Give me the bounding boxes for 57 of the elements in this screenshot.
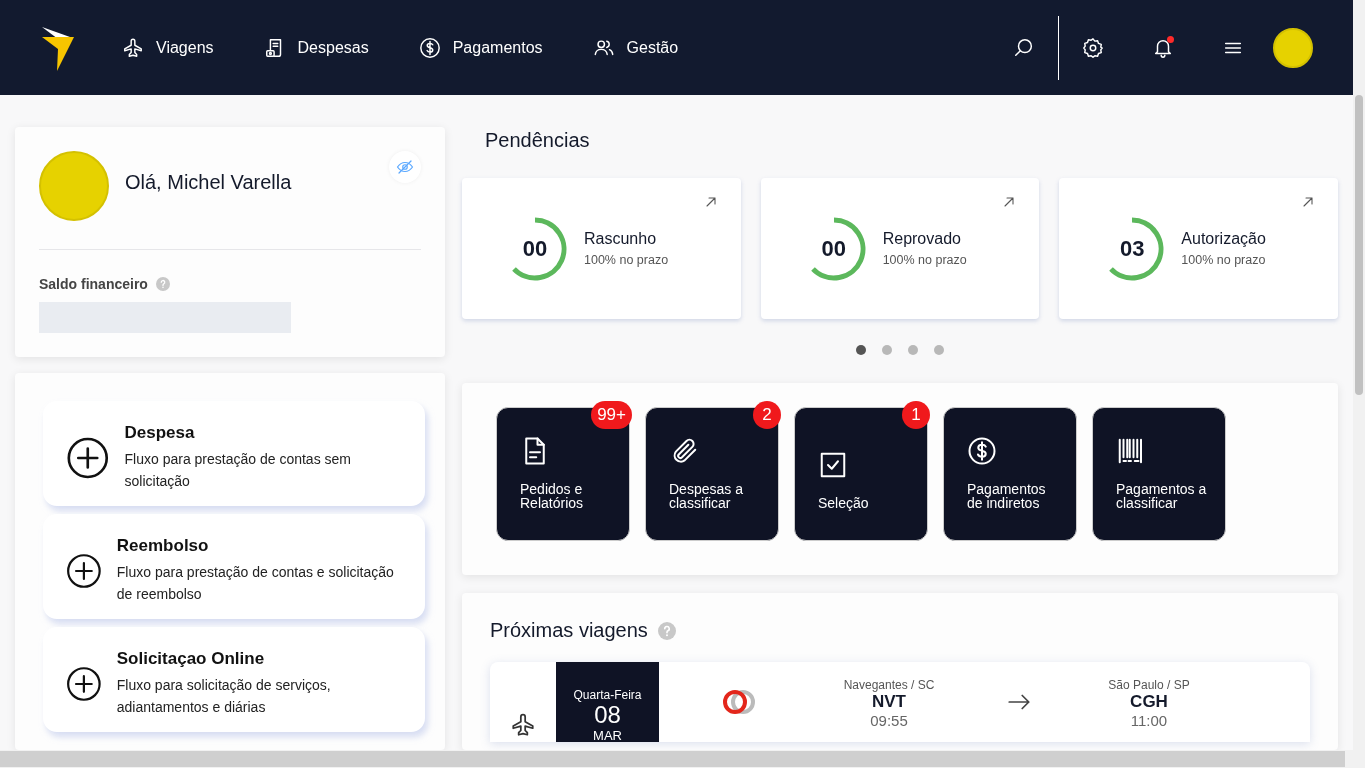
count-badge: 1 (902, 401, 930, 429)
pending-subtitle: 100% no prazo (1181, 253, 1266, 267)
help-icon (155, 277, 170, 291)
airline-logo (722, 689, 756, 715)
count-badge: 99+ (591, 401, 632, 429)
pending-card[interactable]: 00 Rascunho 100% no prazo (462, 178, 741, 319)
carousel-dot[interactable] (856, 345, 866, 355)
section-title: Próximas viagens (490, 619, 648, 642)
month: MAR (593, 728, 622, 743)
section-title: Pendências (485, 129, 590, 152)
pending-card[interactable]: 00 Reprovado 100% no prazo (760, 178, 1040, 319)
origin-code: NVT (872, 692, 906, 712)
pending-label: Rascunho (584, 230, 658, 248)
shortcut-tile[interactable]: Pagamentos a classificar (1092, 407, 1226, 541)
nav-link[interactable]: Gestão (592, 36, 679, 59)
help-icon (657, 621, 676, 640)
pending-label: Reprovado (882, 230, 962, 248)
trip-card[interactable]: Quarta-Feira 08 MAR Navegantes / SC NVT 09:55 São Paulo / SP CGH 11:00 (490, 662, 1310, 742)
plane-icon (510, 712, 536, 738)
search-icon (1013, 36, 1035, 59)
vertical-scrollbar[interactable] (1353, 0, 1365, 750)
pending-subtitle: 100% no prazo (882, 253, 967, 267)
destination-code: CGH (1130, 692, 1168, 712)
carousel-dot[interactable] (934, 345, 944, 355)
pending-count: 00 (821, 235, 846, 262)
destination-city: São Paulo / SP (1108, 678, 1190, 692)
arrival-time: 11:00 (1130, 712, 1168, 729)
count-badge: 2 (753, 401, 781, 429)
avatar[interactable] (1273, 27, 1313, 68)
carousel-dot[interactable] (882, 345, 892, 355)
dollar-icon (418, 36, 441, 59)
greeting: Olá, Michel Varella (125, 171, 293, 194)
new-flow-button[interactable]: Despesa Fluxo para prestação de contas sem solicitação (43, 401, 425, 506)
horizontal-scrollbar[interactable] (0, 750, 1365, 768)
checkbox-icon (818, 450, 848, 480)
eye-off-icon (396, 158, 414, 176)
pending-count: 00 (522, 235, 548, 262)
new-flow-button[interactable]: Reembolso Fluxo para prestação de contas e solicitação de reembolso (43, 514, 425, 619)
dollar-icon (967, 436, 997, 466)
pending-card[interactable]: 03 Autorização 100% no prazo (1059, 178, 1338, 319)
pending-label: Autorização (1181, 230, 1266, 248)
nav-link[interactable]: Pagamentos (418, 36, 543, 59)
balance-label: Saldo financeiro (39, 276, 148, 292)
weekday: Quarta-Feira (573, 688, 642, 702)
plane-icon (122, 36, 144, 59)
new-flow-button[interactable]: Solicitaçao Online Fluxo para solicitação de serviços, adiantamentos e diárias (43, 627, 425, 732)
origin-city: Navegantes / SC (843, 678, 935, 692)
settings-icon (1082, 36, 1104, 59)
visibility-toggle[interactable] (389, 151, 421, 183)
carousel-dot[interactable] (908, 345, 918, 355)
shortcut-tile[interactable]: Pagamentos de indiretos (943, 407, 1077, 541)
pending-subtitle: 100% no prazo (584, 253, 669, 267)
pending-count: 03 (1120, 235, 1145, 262)
nav-link[interactable]: Viagens (122, 36, 214, 59)
departure-time: 09:55 (870, 712, 908, 729)
nav-link[interactable]: Despesas (263, 36, 369, 59)
day: 08 (594, 702, 621, 728)
